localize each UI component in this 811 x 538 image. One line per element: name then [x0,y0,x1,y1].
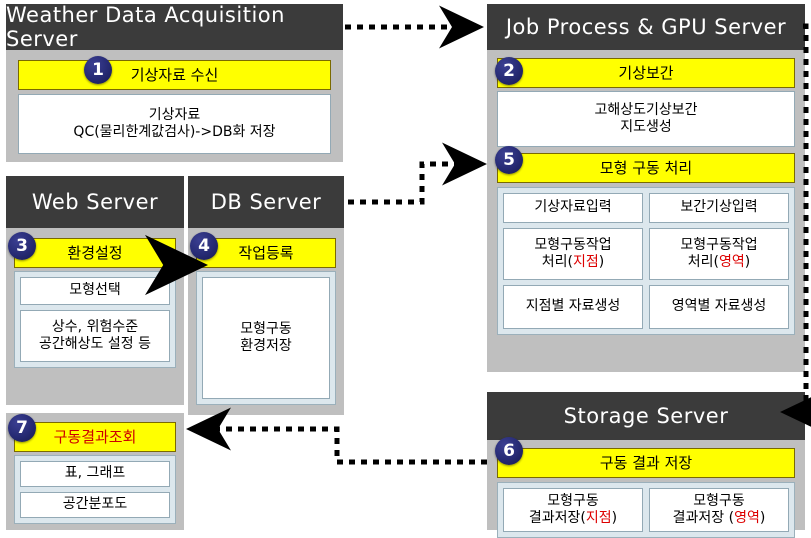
model-run-task-point[interactable]: 모형구동작업 처리(지점) [503,228,643,280]
web-server-title: Web Server [6,176,184,228]
weather-server-body: 기상자료 수신 기상자료 QC(물리한계값검사)->DB화 저장 [6,50,343,162]
step-badge-3: 3 [8,232,36,260]
arrow-storage-to-result [186,407,487,465]
step-badge-6: 6 [495,437,523,465]
storage-area-keyword: 영역 [734,510,760,526]
model-run-task-area[interactable]: 모형구동작업 처리(영역) [649,228,789,280]
model-run-task-area-line1: 모형구동작업 [680,236,758,253]
parameter-settings-item[interactable]: 상수, 위험수준 공간해상도 설정 등 [20,310,170,362]
storage-area-suffix: ) [759,510,766,526]
db-job-group: 모형구동 환경저장 [196,271,336,405]
arrow-db-to-model-run [348,142,487,205]
web-settings-group: 모형선택 상수, 위험수준 공간해상도 설정 등 [14,271,176,368]
model-run-env-save-item[interactable]: 모형구동 환경저장 [202,277,330,399]
storage-point-keyword: 지점 [585,510,612,526]
storage-save-point[interactable]: 모형구동 결과저장(지점) [503,488,643,532]
storage-area-line1: 모형구동 [693,492,745,509]
weather-qc-line2: QC(물리한계값검사)->DB화 저장 [73,124,276,140]
weather-qc-detail: 기상자료 QC(물리한계값검사)->DB화 저장 [18,94,331,154]
model-run-right-column: 보간기상입력 모형구동작업 처리(영역) 영역별 자료생성 [649,193,789,329]
db-server-title: DB Server [188,176,344,228]
storage-save-area[interactable]: 모형구동 결과저장 (영역) [649,488,789,532]
job-server-title: Job Process & GPU Server [487,4,805,50]
storage-server-title: Storage Server [487,392,805,440]
storage-left-column: 모형구동 결과저장(지점) [503,488,643,532]
step-badge-4: 4 [190,232,218,260]
storage-server-body: 구동 결과 저장 모형구동 결과저장(지점) 모형구동 결과저장 (영역) [487,440,805,538]
model-run-left-column: 기상자료입력 모형구동작업 처리(지점) 지점별 자료생성 [503,193,643,329]
model-run-columns: 기상자료입력 모형구동작업 처리(지점) 지점별 자료생성 보간기상입력 모형구… [497,187,795,335]
step-badge-7: 7 [8,414,36,442]
weather-interpolation-detail: 고해상도기상보간 지도생성 [497,91,795,147]
storage-area-line2: 결과저장 (영역) [652,510,786,528]
step-badge-1: 1 [84,56,112,84]
model-run-process-label[interactable]: 모형 구동 처리 [497,153,795,183]
panel-job-process-gpu-server: Job Process & GPU Server 기상보간 고해상도기상보간 지… [487,4,805,372]
model-input-weather-data[interactable]: 기상자료입력 [503,193,643,223]
interp-line2: 지도생성 [620,119,672,135]
weather-receive-label[interactable]: 기상자료 수신 [18,60,331,90]
storage-right-column: 모형구동 결과저장 (영역) [649,488,789,532]
run-result-query-label[interactable]: 구동결과조회 [14,422,176,452]
storage-point-line2: 결과저장(지점) [506,510,640,528]
step-badge-5: 5 [495,146,523,174]
storage-point-line1: 모형구동 [547,492,599,509]
storage-area-prefix: 결과저장 ( [672,510,735,526]
model-area-prefix: 처리( [687,254,719,270]
result-query-group: 표, 그래프 공간분포도 [14,455,176,524]
environment-settings-label[interactable]: 환경설정 [14,238,176,268]
model-area-suffix: ) [744,254,751,270]
panel-web-server: Web Server 환경설정 모형선택 상수, 위험수준 공간해상도 설정 등 [6,176,184,405]
step-badge-2: 2 [495,57,523,85]
result-table-graph-item[interactable]: 표, 그래프 [20,461,170,487]
model-run-task-area-line2: 처리(영역) [652,254,786,272]
model-run-task-point-line2: 처리(지점) [506,254,640,272]
model-point-prefix: 처리( [541,254,573,270]
db-item-line2: 환경저장 [240,338,292,354]
model-output-point-data[interactable]: 지점별 자료생성 [503,285,643,329]
model-point-keyword: 지점 [573,254,599,270]
weather-qc-line1: 기상자료 [148,106,201,123]
panel-weather-data-acquisition-server: Weather Data Acquisition Server 기상자료 수신 … [6,3,343,162]
model-run-task-point-line1: 모형구동작업 [534,236,612,253]
model-select-item[interactable]: 모형선택 [20,277,170,305]
interp-line1: 고해상도기상보간 [594,101,698,118]
result-spatial-distribution-item[interactable]: 공간분포도 [20,492,170,518]
storage-point-suffix: ) [611,510,618,526]
weather-server-title: Weather Data Acquisition Server [6,3,343,51]
model-area-keyword: 영역 [719,254,745,270]
model-output-area-data[interactable]: 영역별 자료생성 [649,285,789,329]
weather-interpolation-label[interactable]: 기상보간 [497,58,795,88]
model-input-interp-weather[interactable]: 보간기상입력 [649,193,789,223]
diagram-canvas: Weather Data Acquisition Server 기상자료 수신 … [0,0,811,538]
panel-storage-server: Storage Server 구동 결과 저장 모형구동 결과저장(지점) 모형… [487,392,805,538]
panel-db-server: DB Server 작업등록 모형구동 환경저장 [188,176,344,415]
job-server-body: 기상보간 고해상도기상보간 지도생성 모형 구동 처리 기상자료입력 모형구동작… [487,50,805,372]
storage-point-prefix: 결과저장( [528,510,586,526]
run-result-save-label[interactable]: 구동 결과 저장 [497,448,795,478]
db-item-line1: 모형구동 [240,320,292,337]
model-point-suffix: ) [598,254,605,270]
